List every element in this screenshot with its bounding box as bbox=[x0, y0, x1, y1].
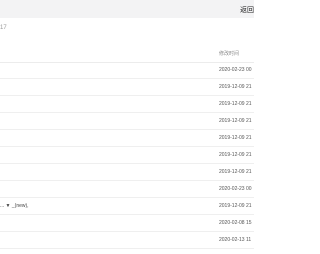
table-row[interactable]: ... ▼ _(new), 2019-12-09 21 bbox=[0, 198, 254, 215]
modified-time-column-header[interactable]: 修改时间 bbox=[219, 50, 239, 57]
table-row[interactable]: 2020-02-08 15 bbox=[0, 215, 254, 232]
table-row[interactable]: 2019-12-09 21 bbox=[0, 164, 254, 181]
breadcrumb: 17 bbox=[0, 25, 7, 31]
modified-time: 2020-02-23 00 bbox=[219, 186, 252, 192]
back-link[interactable]: 返回 bbox=[240, 5, 254, 15]
modified-time: 2019-12-09 21 bbox=[219, 84, 252, 90]
modified-time: 2019-12-09 21 bbox=[219, 203, 252, 209]
modified-time: 2020-02-08 15 bbox=[219, 220, 252, 226]
modified-time: 2019-12-09 21 bbox=[219, 169, 252, 175]
top-bar: 返回 bbox=[0, 0, 254, 18]
table-row[interactable]: 2020-02-13 11 bbox=[0, 232, 254, 249]
modified-time: 2019-12-09 21 bbox=[219, 118, 252, 124]
table-row[interactable]: 2019-12-09 21 bbox=[0, 113, 254, 130]
table-row[interactable]: 2019-12-09 21 bbox=[0, 147, 254, 164]
file-list-page: 返回 17 修改时间 2020-02-23 00 2019-12-09 21 201… bbox=[0, 0, 254, 254]
table-row[interactable]: 2020-02-23 00 bbox=[0, 62, 254, 79]
table-row[interactable]: 2019-12-09 21 bbox=[0, 130, 254, 147]
table-header: 修改时间 bbox=[0, 45, 254, 63]
modified-time: 2019-12-09 21 bbox=[219, 135, 252, 141]
modified-time: 2019-12-09 21 bbox=[219, 101, 252, 107]
table-row[interactable]: 2019-12-09 21 bbox=[0, 96, 254, 113]
modified-time: 2020-02-23 00 bbox=[219, 67, 252, 73]
file-name[interactable]: ... ▼ _(new), bbox=[0, 203, 29, 209]
table-row[interactable]: 2020-02-23 00 bbox=[0, 181, 254, 198]
table-row[interactable]: 2019-12-09 21 bbox=[0, 79, 254, 96]
modified-time: 2019-12-09 21 bbox=[219, 152, 252, 158]
modified-time: 2020-02-13 11 bbox=[219, 237, 252, 243]
file-table-body: 2020-02-23 00 2019-12-09 21 2019-12-09 21 2… bbox=[0, 62, 254, 249]
